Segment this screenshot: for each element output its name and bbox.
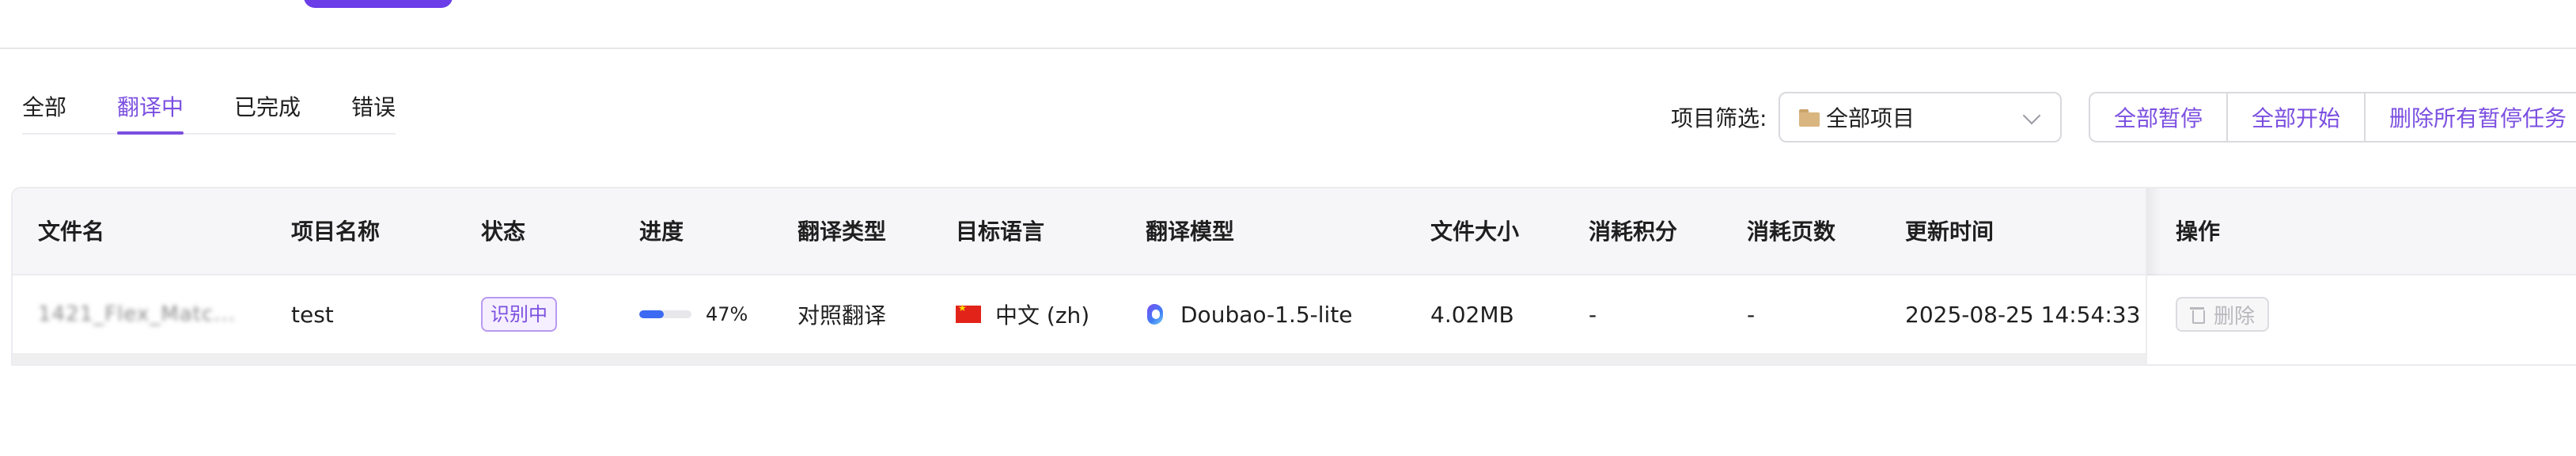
col-target-language[interactable]: 目标语言 [956,188,1044,276]
tab-translating[interactable]: 翻译中 [117,87,184,135]
doubao-model-icon [1146,302,1166,326]
cell-translation-type: 对照翻译 [797,302,887,329]
col-progress[interactable]: 进度 [639,188,684,276]
status-badge: 识别中 [481,297,557,332]
tab-completed[interactable]: 已完成 [234,87,301,133]
cell-actions: 删除 [2176,276,2270,353]
col-credits[interactable]: 消耗积分 [1589,188,1677,276]
cell-updated: 2025-08-25 14:54:33 [1905,301,2141,328]
status-tabs: 全部 翻译中 已完成 错误 [22,87,396,135]
pause-all-button[interactable]: 全部暂停 [2090,93,2229,141]
col-status[interactable]: 状态 [481,188,525,276]
project-filter-select[interactable]: 全部项目 [1779,92,2062,142]
cell-file-name[interactable]: 1421_Flex_Matc... [38,276,236,353]
cell-progress: 47% [639,276,748,353]
cell-status: 识别中 [481,276,557,353]
file-name-text: 1421_Flex_Matc... [38,302,236,326]
tab-error[interactable]: 错误 [351,87,396,133]
col-file-name[interactable]: 文件名 [38,188,104,276]
task-table: 文件名 项目名称 状态 进度 翻译类型 目标语言 翻译模型 文件大小 消耗积分 … [11,187,2576,366]
start-all-button[interactable]: 全部开始 [2228,93,2366,141]
project-filter-value: 全部项目 [1826,105,1915,131]
progress-fill [639,310,665,318]
progress-text: 47% [706,303,748,325]
target-language-text: 中文 (zh) [995,302,1090,329]
fixed-column-divider [2146,188,2147,364]
delete-paused-button[interactable]: 删除所有暂停任务 [2366,93,2576,141]
top-action-button[interactable] [304,0,453,8]
col-project-name[interactable]: 项目名称 [291,188,380,276]
tab-all[interactable]: 全部 [22,87,66,133]
col-updated[interactable]: 更新时间 [1905,188,1994,276]
page: 全部 翻译中 已完成 错误 项目筛选: 全部项目 全部暂停 全部开始 删除所有暂… [0,0,2576,456]
china-flag-icon [956,302,981,323]
cell-file-size: 4.02MB [1430,301,1514,328]
col-file-size[interactable]: 文件大小 [1430,188,1519,276]
bulk-action-group: 全部暂停 全部开始 删除所有暂停任务 [2089,92,2576,142]
trash-icon [2190,306,2205,324]
folder-icon [1799,109,1820,127]
cell-credits: - [1589,301,1597,328]
header-divider [0,48,2576,49]
project-filter-label: 项目筛选: [1671,105,1767,131]
cell-model: Doubao-1.5-lite [1146,276,1353,353]
col-pages[interactable]: 消耗页数 [1747,188,1835,276]
table-header: 文件名 项目名称 状态 进度 翻译类型 目标语言 翻译模型 文件大小 消耗积分 … [13,188,2576,276]
col-model[interactable]: 翻译模型 [1146,188,1234,276]
cell-pages: - [1747,301,1756,328]
delete-label: 删除 [2214,304,2256,329]
col-translation-type[interactable]: 翻译类型 [797,188,886,276]
cell-target-language: 中文 (zh) [956,276,1089,353]
delete-button[interactable]: 删除 [2176,297,2270,332]
model-text: Doubao-1.5-lite [1180,301,1353,328]
col-actions: 操作 [2176,218,2221,245]
cell-project-name: test [291,301,334,328]
chevron-down-icon [2022,106,2041,125]
progress-bar [639,310,691,318]
